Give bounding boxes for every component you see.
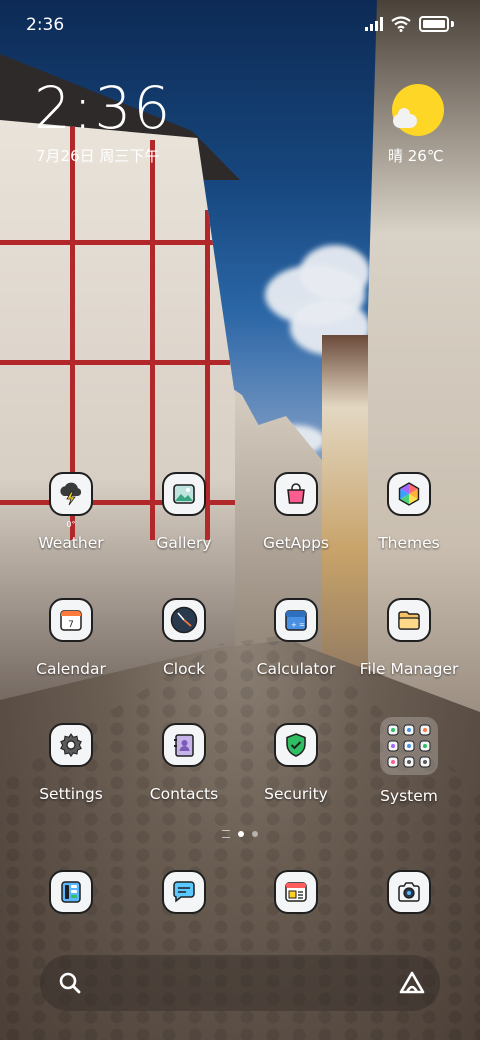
messages-icon bbox=[162, 870, 206, 914]
svg-text:+: + bbox=[291, 621, 297, 629]
app-label: Calendar bbox=[36, 660, 106, 678]
search-bar[interactable] bbox=[40, 955, 440, 1011]
calendar-day: 7 bbox=[68, 620, 74, 630]
dock-phone[interactable] bbox=[15, 870, 127, 914]
search-icon[interactable] bbox=[58, 971, 82, 995]
dock-messages[interactable] bbox=[128, 870, 240, 914]
contacts-book-icon bbox=[162, 723, 206, 767]
status-bar: 2:36 bbox=[0, 0, 480, 50]
app-label: System bbox=[380, 787, 438, 805]
page-indicator[interactable] bbox=[0, 830, 480, 838]
calculator-icon: + = bbox=[274, 598, 318, 642]
calendar-icon: 7 bbox=[49, 598, 93, 642]
app-contacts[interactable]: Contacts bbox=[128, 723, 240, 803]
phone-dialer-icon bbox=[49, 870, 93, 914]
status-time: 2:36 bbox=[26, 15, 65, 35]
themes-hexagon-icon bbox=[387, 472, 431, 516]
app-label: GetApps bbox=[263, 534, 329, 552]
battery-icon bbox=[419, 16, 449, 32]
page-indicator-hub[interactable] bbox=[222, 830, 230, 838]
status-icons bbox=[365, 16, 454, 32]
app-label: File Manager bbox=[359, 660, 459, 678]
app-file-manager[interactable]: File Manager bbox=[353, 598, 465, 678]
app-label: Themes bbox=[378, 534, 440, 552]
app-label: Security bbox=[264, 785, 328, 803]
wifi-icon bbox=[391, 16, 411, 32]
svg-text:=: = bbox=[299, 621, 305, 629]
clock-widget-time[interactable]: 2:36 bbox=[34, 76, 172, 140]
shield-check-icon bbox=[274, 723, 318, 767]
clock-icon bbox=[162, 598, 206, 642]
app-weather[interactable]: 0° Weather bbox=[15, 472, 127, 552]
app-label: Calculator bbox=[256, 660, 336, 678]
battery-tip bbox=[451, 21, 454, 27]
weather-storm-icon: 0° bbox=[49, 472, 93, 529]
assistant-icon[interactable] bbox=[398, 970, 426, 996]
signal-icon bbox=[365, 17, 383, 31]
app-folder-system[interactable]: System bbox=[353, 717, 465, 805]
app-gallery[interactable]: Gallery bbox=[128, 472, 240, 552]
shopping-bag-icon bbox=[274, 472, 318, 516]
app-clock[interactable]: Clock bbox=[128, 598, 240, 678]
dock-browser[interactable] bbox=[240, 870, 352, 914]
camera-icon bbox=[387, 870, 431, 914]
folder-grid-icon bbox=[380, 717, 438, 775]
gallery-icon bbox=[162, 472, 206, 516]
app-getapps[interactable]: GetApps bbox=[240, 472, 352, 552]
app-label: Weather bbox=[38, 534, 104, 552]
page-dot[interactable] bbox=[252, 831, 258, 837]
app-themes[interactable]: Themes bbox=[353, 472, 465, 552]
wallpaper-cloud bbox=[300, 245, 370, 300]
app-label: Contacts bbox=[149, 785, 219, 803]
app-settings[interactable]: Settings bbox=[15, 723, 127, 803]
app-label: Clock bbox=[162, 660, 206, 678]
gear-icon bbox=[49, 723, 93, 767]
dock-camera[interactable] bbox=[353, 870, 465, 914]
page-dot-active[interactable] bbox=[238, 831, 244, 837]
weather-temp-badge: 0° bbox=[66, 520, 76, 529]
browser-icon bbox=[274, 870, 318, 914]
app-calculator[interactable]: + = Calculator bbox=[240, 598, 352, 678]
app-label: Settings bbox=[39, 785, 103, 803]
app-label: Gallery bbox=[156, 534, 212, 552]
app-calendar[interactable]: 7 Calendar bbox=[15, 598, 127, 678]
folder-icon bbox=[387, 598, 431, 642]
weather-widget-text[interactable]: 晴 26℃ bbox=[388, 145, 444, 166]
app-security[interactable]: Security bbox=[240, 723, 352, 803]
clock-widget-date[interactable]: 7月26日 周三下午 bbox=[36, 145, 159, 166]
cloud-icon bbox=[393, 108, 417, 128]
